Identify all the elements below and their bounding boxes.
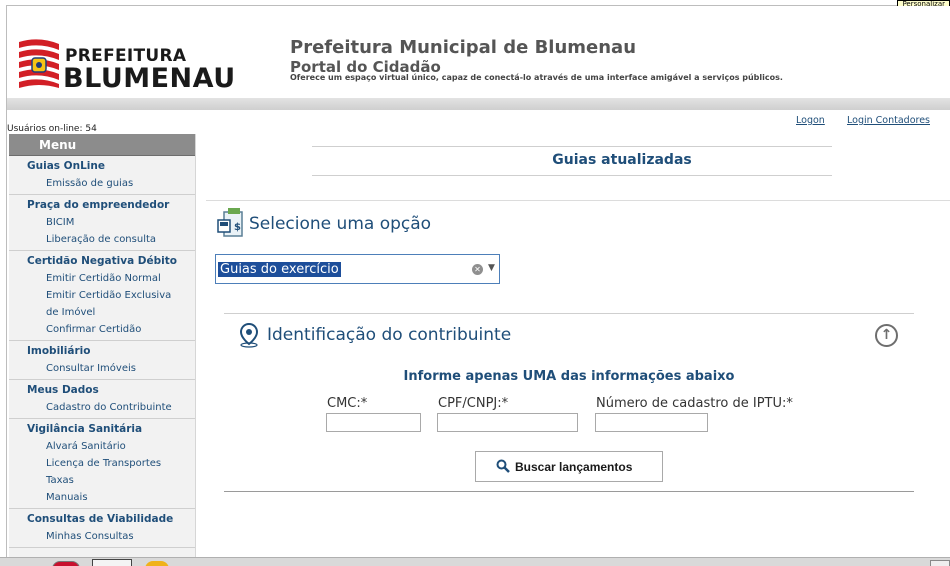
search-icon <box>496 459 510 473</box>
menu-item[interactable]: Cadastro do Contribuinte <box>9 399 195 416</box>
logo[interactable]: PREFEITURA BLUMENAU <box>17 38 237 94</box>
svg-text:$: $ <box>234 222 241 233</box>
menu-group: Certidão Negativa Débito Emitir Certidão … <box>9 251 195 341</box>
select-selected-value: Guias do exercício <box>218 262 341 277</box>
taskbar-tray-icon[interactable] <box>930 560 950 566</box>
panel-title: Identificação do contribuinte <box>267 325 512 345</box>
menu-item[interactable]: Minhas Consultas <box>9 528 195 545</box>
menu-item[interactable]: BICIM <box>9 214 195 231</box>
search-button-label: Buscar lançamentos <box>515 460 633 474</box>
menu-item[interactable]: Emissão de guias <box>9 175 195 192</box>
blumenau-flag-icon <box>19 39 59 88</box>
iptu-input[interactable] <box>595 413 708 432</box>
location-pin-icon <box>239 322 259 348</box>
menu-item[interactable]: Emitir Certidão Normal <box>9 270 195 287</box>
select-option-title: Selecione uma opção <box>249 214 432 234</box>
menu-item[interactable]: de Imóvel <box>9 304 195 321</box>
users-online-counter: Usuários on-line: 54 <box>7 124 97 134</box>
menu-group: Meus Dados Cadastro do Contribuinte <box>9 380 195 419</box>
taskbar-app-icon[interactable] <box>52 561 80 566</box>
taskbar <box>0 557 950 566</box>
taskbar-app-icon[interactable] <box>145 561 169 566</box>
menu-group-title[interactable]: Praça do empreendedor <box>9 197 195 214</box>
clear-icon[interactable]: ✕ <box>472 264 483 275</box>
menu-group-title[interactable]: Meus Dados <box>9 382 195 399</box>
cmc-label: CMC:* <box>327 396 368 411</box>
menu-item[interactable]: Confirmar Certidão <box>9 321 195 338</box>
search-button[interactable]: Buscar lançamentos <box>475 451 663 482</box>
menu-item[interactable]: Emitir Certidão Exclusiva <box>9 287 195 304</box>
cpf-cnpj-label: CPF/CNPJ:* <box>438 396 509 411</box>
logon-link[interactable]: Logon <box>796 115 825 126</box>
menu-group-title[interactable]: Certidão Negativa Débito <box>9 253 195 270</box>
contributor-panel: Identificação do contribuinte ↑ Informe … <box>224 313 914 492</box>
panel-instruction: Informe apenas UMA das informações abaix… <box>403 369 735 384</box>
section-divider <box>206 200 950 201</box>
guia-type-select[interactable]: Guias do exercício ✕ ▼ <box>215 254 500 284</box>
site-title: Prefeitura Municipal de Blumenau <box>290 37 637 58</box>
page-title: Guias atualizadas <box>552 152 692 168</box>
menu-item[interactable]: Licença de Transportes <box>9 455 195 472</box>
menu-group: Praça do empreendedor BICIM Liberação de c… <box>9 195 195 251</box>
menu-group: Imobiliário Consultar Imóveis <box>9 341 195 380</box>
taskbar-app-icon[interactable] <box>92 559 132 566</box>
login-contadores-link[interactable]: Login Contadores <box>847 115 930 126</box>
iptu-label: Número de cadastro de IPTU:* <box>596 396 793 411</box>
sidebar-menu: Menu Guias OnLine Emissão de guias Praça d… <box>9 134 196 560</box>
menu-group-title[interactable]: Consultas de Viabilidade <box>9 511 195 528</box>
menu-group: Vigilância Sanitária Alvará Sanitário Lice… <box>9 419 195 509</box>
header: PREFEITURA BLUMENAU Prefeitura Municipal… <box>7 6 950 98</box>
cmc-input[interactable] <box>326 413 421 432</box>
logo-text-bottom: BLUMENAU <box>63 63 236 94</box>
menu-group: Guias OnLine Emissão de guias <box>9 156 195 195</box>
menu-heading: Menu <box>9 134 195 156</box>
arrow-up-circle-icon[interactable]: ↑ <box>875 324 898 347</box>
site-description: Oferece um espaço virtual único, capaz d… <box>290 73 783 82</box>
menu-group-title[interactable]: Guias OnLine <box>9 158 195 175</box>
document-money-icon: $ <box>217 208 243 237</box>
menu-group: Consultas de Viabilidade Minhas Consultas <box>9 509 195 548</box>
menu-item[interactable]: Manuais <box>9 489 195 506</box>
header-divider <box>7 98 950 110</box>
menu-item[interactable]: Taxas <box>9 472 195 489</box>
menu-item[interactable]: Alvará Sanitário <box>9 438 195 455</box>
menu-group-title[interactable]: Vigilância Sanitária <box>9 421 195 438</box>
menu-item[interactable]: Consultar Imóveis <box>9 360 195 377</box>
menu-group-title[interactable]: Imobiliário <box>9 343 195 360</box>
page-title-bar: Guias atualizadas <box>312 146 832 176</box>
menu-item[interactable]: Liberação de consulta <box>9 231 195 248</box>
chevron-down-icon[interactable]: ▼ <box>488 263 495 273</box>
cpf-cnpj-input[interactable] <box>437 413 578 432</box>
